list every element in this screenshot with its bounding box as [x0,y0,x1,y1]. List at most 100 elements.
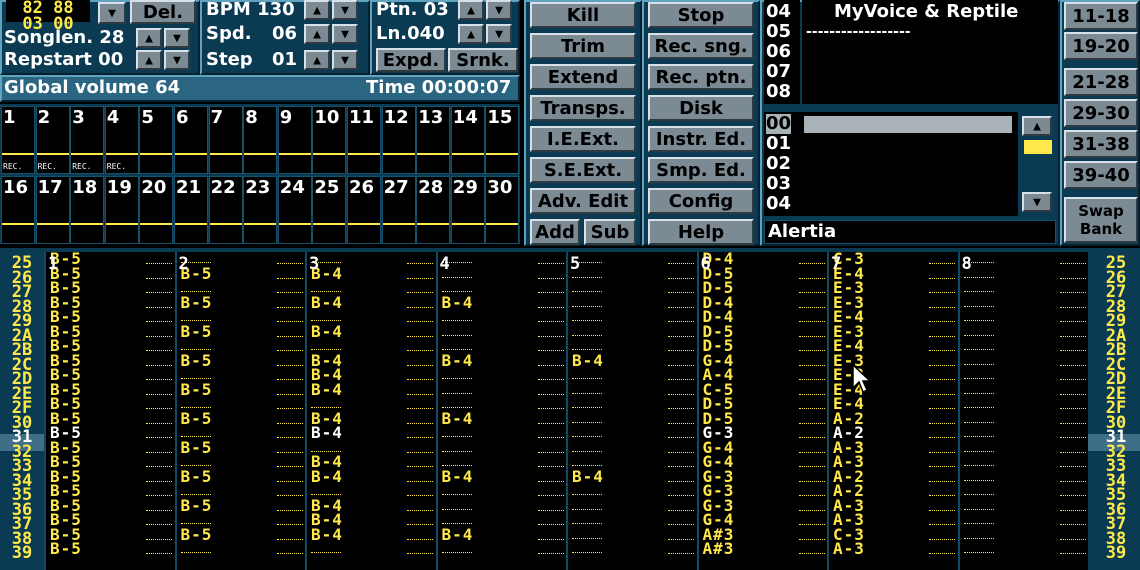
pattern-cell[interactable] [568,370,697,385]
transpose-button[interactable]: Transps. [530,95,636,121]
stop-button[interactable]: Stop [648,2,754,28]
track-scope-25[interactable]: 25 [312,176,347,244]
pattern-cell[interactable]: B-4 [438,526,567,545]
track-scope-15[interactable]: 15 [485,106,520,174]
track-scope-21[interactable]: 21 [174,176,208,244]
help-button[interactable]: Help [648,219,754,245]
instrument-slot-04[interactable]: 04 [766,194,791,214]
swap-bank-button[interactable]: Swap Bank [1064,197,1138,243]
track-scope-14[interactable]: 14 [450,106,485,174]
bank-29-30-button[interactable]: 29-30 [1064,99,1138,127]
repstart-down-button[interactable]: ▼ [164,50,190,70]
track-scope-28[interactable]: 28 [416,176,451,244]
instrument-name-bar[interactable] [804,116,1012,133]
pattern-cell[interactable] [960,501,1089,516]
pattern-cell[interactable] [438,269,567,284]
ie-ext-button[interactable]: I.E.Ext. [530,126,636,152]
pattern-cell[interactable] [960,370,1089,385]
pattern-cell[interactable] [438,312,567,327]
bank-39-40-button[interactable]: 39-40 [1064,161,1138,189]
bank-19-20-button[interactable]: 19-20 [1064,32,1138,60]
pattern-cell[interactable] [177,544,306,559]
pattern-cell[interactable] [960,327,1089,342]
track-scope-3[interactable]: 3 REC. [70,106,105,174]
pattern-cell[interactable]: B-5 [177,265,306,284]
length-down-button[interactable]: ▼ [486,24,512,44]
track-scope-30[interactable]: 30 [485,176,520,244]
pattern-cell[interactable]: B-5 [177,381,306,400]
pattern-cell[interactable]: B-4 [307,381,436,400]
se-ext-button[interactable]: S.E.Ext. [530,157,636,183]
pattern-cell[interactable]: B-4 [438,352,567,371]
rec-song-button[interactable]: Rec. sng. [648,33,754,59]
pattern-cell[interactable]: B-4 [307,294,436,313]
pattern-cell[interactable] [438,428,567,443]
position-down-button[interactable]: ▼ [98,2,126,24]
track-scope-1[interactable]: 1 REC. [1,106,35,174]
pattern-cell[interactable]: B-5 [177,323,306,342]
pattern-cell[interactable] [568,399,697,414]
pattern-down-button[interactable]: ▼ [486,0,512,20]
pattern-cell[interactable]: B-4 [307,323,436,342]
pattern-cell[interactable] [438,370,567,385]
song-position-06[interactable]: 06 [766,42,791,62]
bpm-down-button[interactable]: ▼ [332,0,358,20]
channel-6[interactable]: 6 D-4 D-5 D-5 D-4 D-4 D-5 D-5 G-4 A-4 C-5 D-5 D-5 G-3… [696,252,827,570]
instrument-scroll-down-button[interactable]: ▼ [1022,192,1052,212]
pattern-cell[interactable] [438,385,567,400]
pattern-cell[interactable]: B-4 [438,294,567,313]
pattern-cell[interactable] [568,443,697,458]
step-up-button[interactable]: ▲ [304,50,330,70]
shrink-button[interactable]: Srnk. [448,48,518,72]
length-up-button[interactable]: ▲ [458,24,484,44]
track-scope-5[interactable]: 5 [139,106,174,174]
pattern-cell[interactable]: B-5 [177,410,306,429]
channel-5[interactable]: 5 B-4 B-4 [566,252,697,570]
pattern-cell[interactable] [960,254,1089,269]
track-scope-29[interactable]: 29 [450,176,485,244]
track-scope-12[interactable]: 12 [381,106,416,174]
track-scope-27[interactable]: 27 [381,176,416,244]
pattern-cell[interactable]: B-4 [568,352,697,371]
pattern-cell[interactable]: B-5 [177,468,306,487]
pattern-cell[interactable] [960,341,1089,356]
channel-3[interactable]: 3 B-4 B-4 B-4 B-4 B-4 B-4 B-4 B-4 B-4 B-4 B-4 B-4 B-4 [305,252,436,570]
track-scope-23[interactable]: 23 [243,176,278,244]
repstart-up-button[interactable]: ▲ [136,50,162,70]
step-down-button[interactable]: ▼ [332,50,358,70]
pattern-cell[interactable] [960,428,1089,443]
kill-button[interactable]: Kill [530,2,636,28]
track-scope-8[interactable]: 8 [243,106,278,174]
pattern-cell[interactable] [568,327,697,342]
pattern-cell[interactable]: B-5 [177,439,306,458]
pattern-cell[interactable]: B-5 [177,526,306,545]
pattern-cell[interactable]: B-5 [46,541,175,559]
pattern-cell[interactable] [960,399,1089,414]
track-scope-4[interactable]: 4 REC. [104,106,139,174]
instrument-scroll-up-button[interactable]: ▲ [1022,116,1052,136]
song-position-08[interactable]: 08 [766,82,791,102]
pattern-cell[interactable] [568,283,697,298]
bank-31-38-button[interactable]: 31-38 [1064,130,1138,158]
rec-pattern-button[interactable]: Rec. ptn. [648,64,754,90]
speed-down-button[interactable]: ▼ [332,24,358,44]
pattern-cell[interactable] [568,385,697,400]
song-position-07[interactable]: 07 [766,62,791,82]
track-scope-16[interactable]: 16 [1,176,35,244]
pattern-cell[interactable]: B-4 [307,526,436,545]
bpm-up-button[interactable]: ▲ [304,0,330,20]
track-scope-20[interactable]: 20 [139,176,174,244]
instrument-scrollbar-thumb[interactable] [1024,140,1052,154]
speed-up-button[interactable]: ▲ [304,24,330,44]
extend-button[interactable]: Extend [530,64,636,90]
pattern-cell[interactable] [568,544,697,559]
track-scope-18[interactable]: 18 [70,176,105,244]
expand-button[interactable]: Expd. [376,48,446,72]
track-scope-26[interactable]: 26 [347,176,381,244]
disk-button[interactable]: Disk [648,95,754,121]
songlen-down-button[interactable]: ▼ [164,28,190,48]
pattern-cell[interactable] [438,501,567,516]
sub-button[interactable]: Sub [584,219,636,245]
trim-button[interactable]: Trim [530,33,636,59]
pattern-cell[interactable] [438,254,567,269]
